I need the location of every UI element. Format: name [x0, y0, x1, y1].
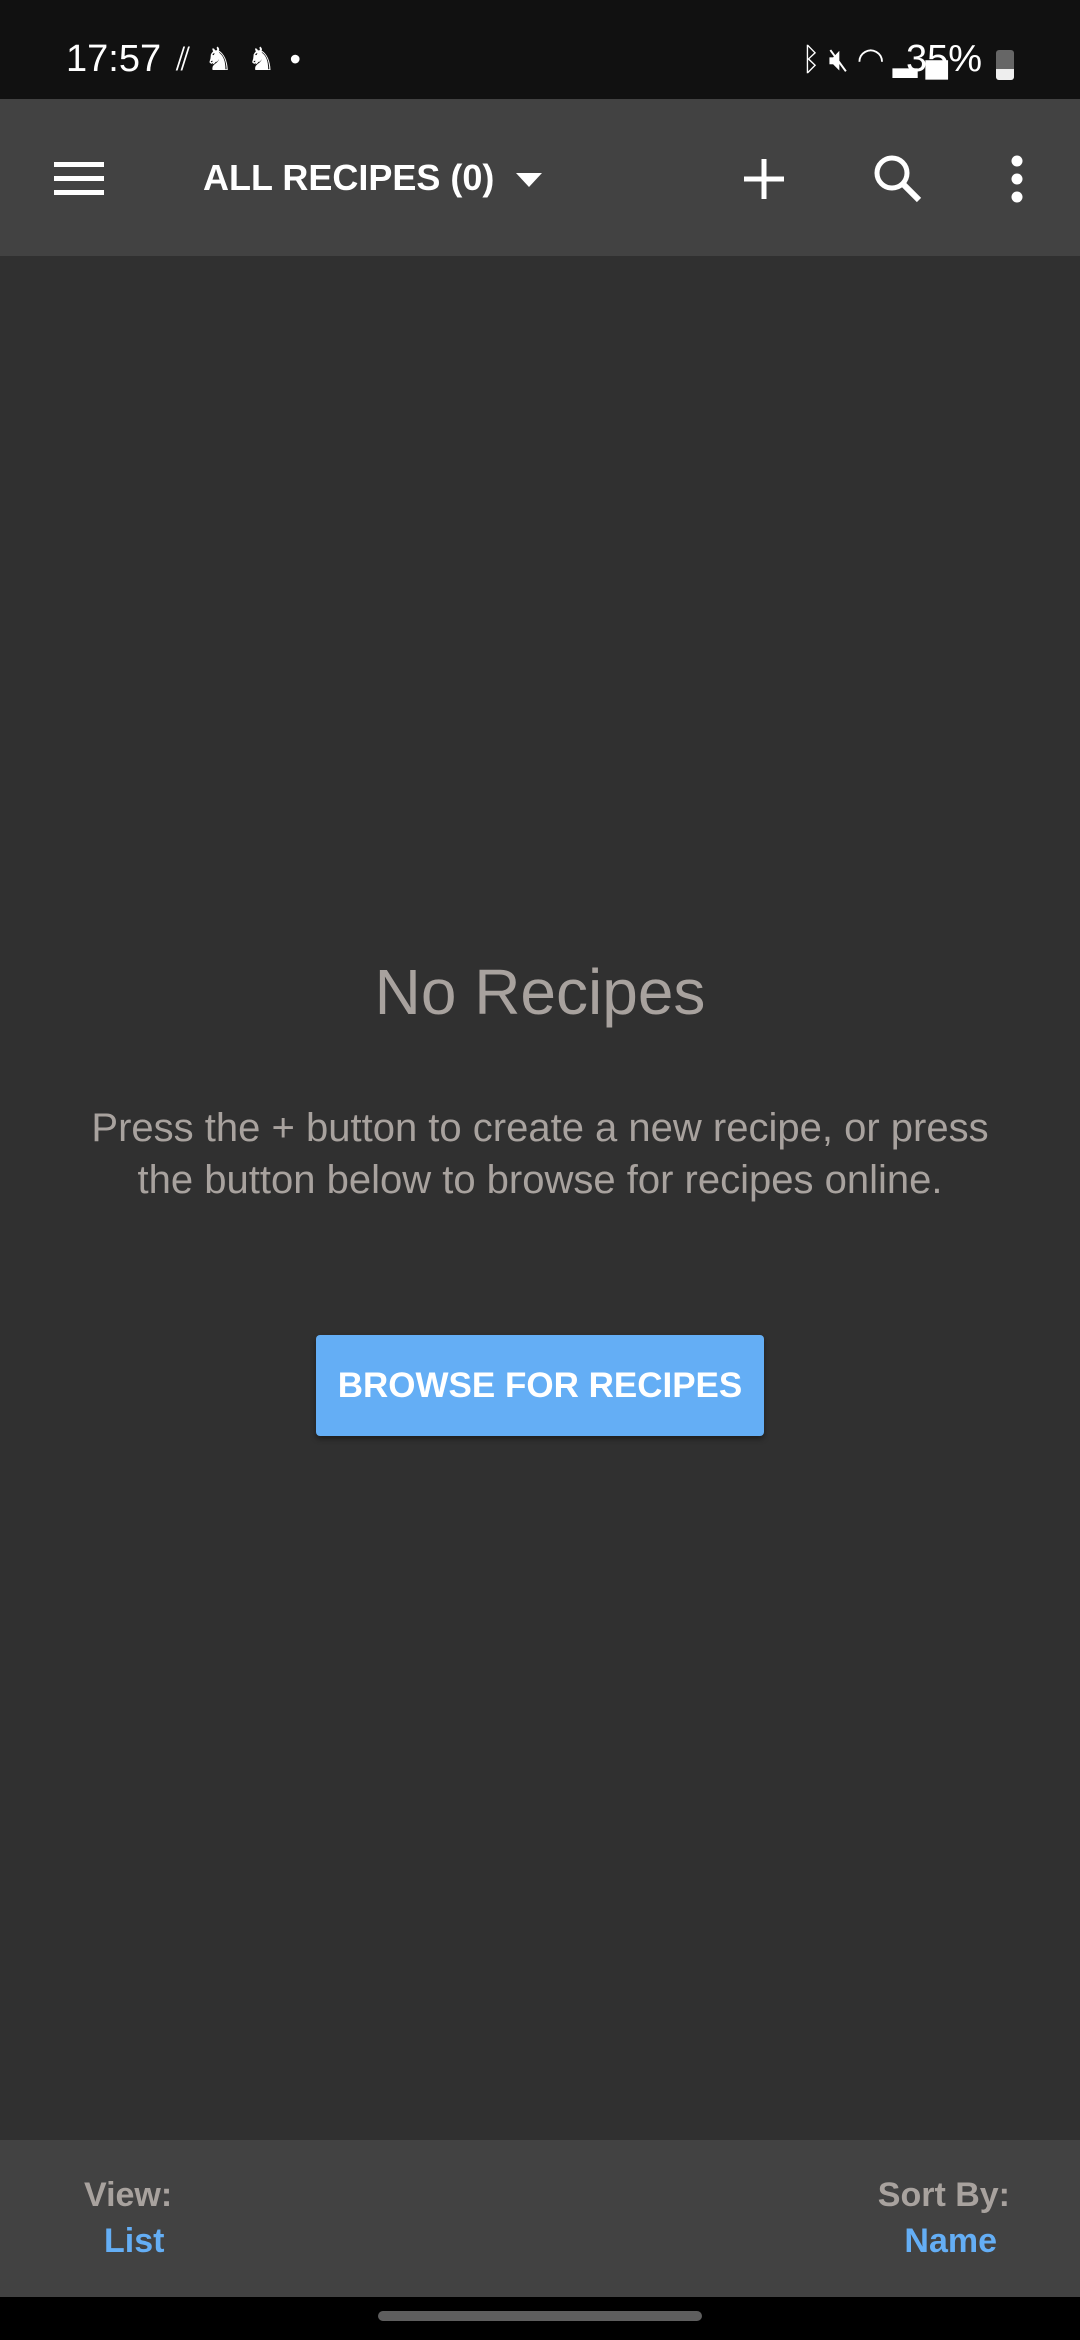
- status-bar: 17:57 ⫽♞♞• ᛒ🔇︎◠▂▄ 35%: [0, 0, 1080, 99]
- search-button[interactable]: [858, 139, 938, 219]
- data-saver-icon: ⫽: [176, 41, 205, 77]
- notification-icons: ⫽♞♞•: [176, 40, 315, 79]
- sort-value[interactable]: Name: [904, 2222, 997, 2261]
- app-notification-icon: ♞: [204, 41, 247, 77]
- add-recipe-button[interactable]: [724, 139, 804, 219]
- wifi-icon: ◠: [856, 41, 893, 77]
- empty-state-message: Press the + button to create a new recip…: [91, 1106, 989, 1202]
- app-toolbar: ALL RECIPES (0): [0, 99, 1080, 256]
- browse-recipes-button[interactable]: BROWSE FOR RECIPES: [316, 1335, 764, 1436]
- mute-icon: 🔇︎: [828, 41, 857, 77]
- search-icon: [874, 155, 922, 203]
- more-options-button[interactable]: [977, 139, 1057, 219]
- toolbar-title: ALL RECIPES (0): [203, 157, 495, 198]
- view-label: View:: [84, 2176, 173, 2214]
- sort-label: Sort By:: [877, 2176, 1010, 2214]
- plus-icon: [744, 159, 784, 199]
- bluetooth-icon: ᛒ: [801, 41, 829, 77]
- dot-icon: •: [289, 41, 315, 77]
- battery-percent: 35%: [906, 38, 983, 80]
- view-value[interactable]: List: [104, 2222, 164, 2261]
- status-time: 17:57: [66, 38, 162, 80]
- battery-icon: [996, 50, 1014, 80]
- app-notification-icon: ♞: [246, 41, 290, 77]
- home-gesture-handle[interactable]: [378, 2311, 702, 2321]
- bottom-bar: View: List Sort By: Name: [0, 2140, 1080, 2297]
- navigation-bar: [0, 2297, 1080, 2340]
- recipe-category-dropdown[interactable]: ALL RECIPES (0): [203, 157, 543, 199]
- more-vert-icon: [1011, 155, 1023, 203]
- dropdown-caret-icon: [516, 173, 543, 188]
- empty-state-title: No Recipes: [374, 956, 706, 1028]
- menu-icon[interactable]: [54, 162, 104, 196]
